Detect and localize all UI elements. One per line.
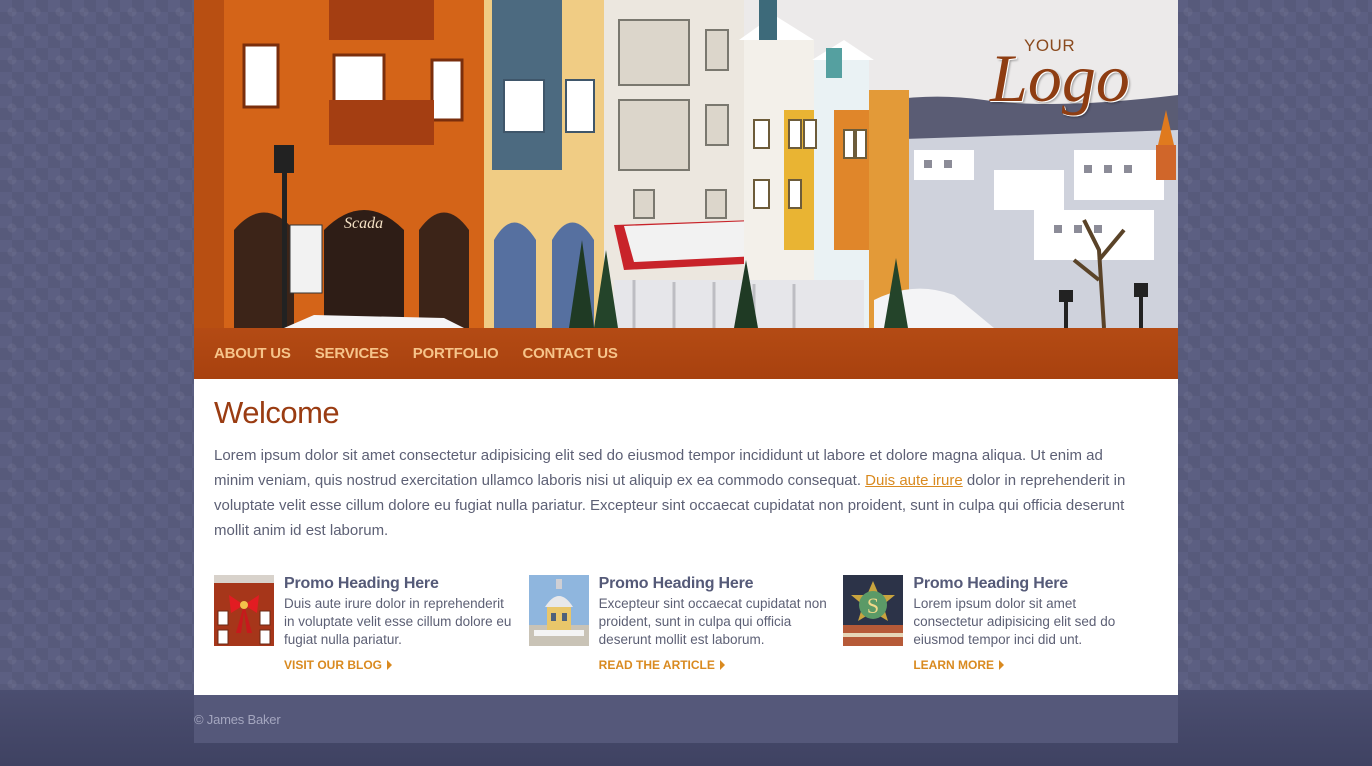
- promo-link-label: VISIT OUR BLOG: [284, 658, 383, 672]
- page-wrapper: Scada YOUR Logo ABOUT US SERVICES PORTFO…: [194, 0, 1178, 743]
- promo-item: Promo Heading Here Excepteur sint occaec…: [528, 575, 844, 674]
- read-the-article-link[interactable]: READ THE ARTICLE: [599, 658, 725, 672]
- intro-paragraph: Lorem ipsum dolor sit amet consectetur a…: [214, 443, 1144, 543]
- promo-body: Promo Heading Here Excepteur sint occaec…: [599, 575, 831, 674]
- page-title: Welcome: [214, 395, 340, 430]
- main-navigation: ABOUT US SERVICES PORTFOLIO CONTACT US: [194, 328, 1178, 379]
- svg-text:Scada: Scada: [344, 215, 383, 232]
- promo-text: Duis aute irure dolor in reprehenderit i…: [284, 596, 512, 647]
- nav-item-services[interactable]: SERVICES: [315, 345, 389, 362]
- promo-body: Promo Heading Here Duis aute irure dolor…: [284, 575, 516, 674]
- intro-inline-link[interactable]: Duis aute irure: [865, 472, 963, 489]
- svg-text:S: S: [867, 593, 879, 618]
- promo-text: Excepteur sint occaecat cupidatat non pr…: [598, 596, 827, 647]
- promo-row: Promo Heading Here Duis aute irure dolor…: [214, 575, 1158, 674]
- arrow-right-icon: [999, 660, 1005, 670]
- promo-heading: Promo Heading Here: [284, 575, 439, 592]
- site-logo[interactable]: YOUR Logo: [986, 30, 1146, 130]
- promo-item: S Promo Heading Here Lorem ipsum dolor s…: [843, 575, 1158, 674]
- promo-thumbnail-emblem-image[interactable]: S: [843, 575, 904, 646]
- copyright-text: © James Baker: [194, 711, 281, 727]
- nav-item-contact-us[interactable]: CONTACT US: [522, 345, 617, 362]
- promo-thumbnail-dome-image[interactable]: [528, 575, 589, 646]
- promo-text: Lorem ipsum dolor sit amet consectetur a…: [913, 596, 1116, 647]
- logo-main-text: Logo: [990, 40, 1130, 116]
- promo-link-label: LEARN MORE: [913, 658, 995, 672]
- arrow-right-icon: [387, 660, 393, 670]
- nav-item-about-us[interactable]: ABOUT US: [214, 345, 291, 362]
- visit-our-blog-link[interactable]: VISIT OUR BLOG: [284, 658, 393, 672]
- main-content: Welcome Lorem ipsum dolor sit amet conse…: [194, 379, 1178, 695]
- promo-heading: Promo Heading Here: [913, 575, 1069, 592]
- header-banner: Scada YOUR Logo: [194, 0, 1178, 328]
- promo-thumbnail-bow-image[interactable]: [214, 575, 274, 646]
- arrow-right-icon: [719, 660, 725, 670]
- page-footer: © James Baker: [194, 695, 1178, 743]
- nav-item-portfolio[interactable]: PORTFOLIO: [413, 345, 499, 362]
- promo-heading: Promo Heading Here: [598, 575, 754, 592]
- promo-link-label: READ THE ARTICLE: [598, 658, 715, 672]
- learn-more-link[interactable]: LEARN MORE: [913, 658, 1005, 672]
- promo-body: Promo Heading Here Lorem ipsum dolor sit…: [913, 575, 1145, 674]
- promo-item: Promo Heading Here Duis aute irure dolor…: [214, 575, 529, 674]
